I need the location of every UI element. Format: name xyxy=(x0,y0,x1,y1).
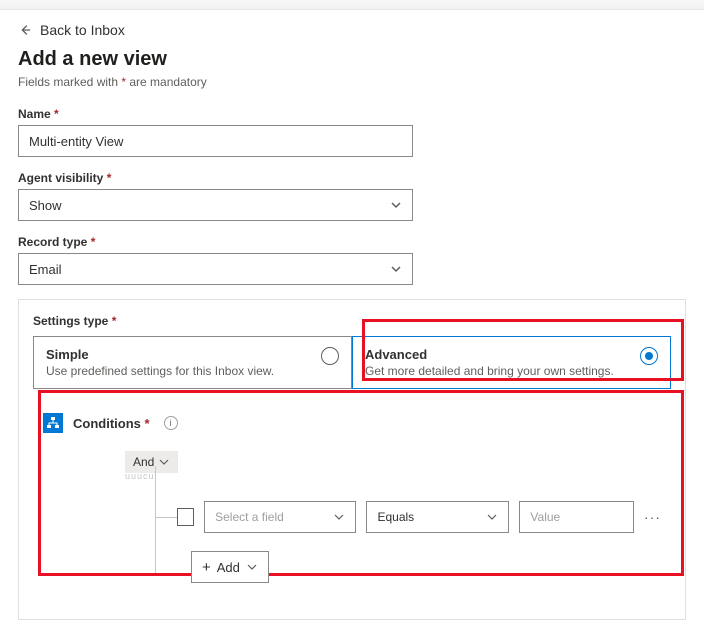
settings-advanced-desc: Get more detailed and bring your own set… xyxy=(365,364,658,378)
name-label: Name * xyxy=(18,107,686,121)
condition-operator-select[interactable]: Equals xyxy=(366,501,509,533)
condition-value-input[interactable]: Value xyxy=(519,501,634,533)
settings-advanced-option[interactable]: Advanced Get more detailed and bring you… xyxy=(352,336,671,389)
condition-field-placeholder: Select a field xyxy=(215,510,284,524)
settings-simple-desc: Use predefined settings for this Inbox v… xyxy=(46,364,339,378)
agent-visibility-value: Show xyxy=(29,198,62,213)
settings-simple-option[interactable]: Simple Use predefined settings for this … xyxy=(33,336,352,389)
radio-off-icon xyxy=(321,347,339,365)
chevron-down-icon xyxy=(390,199,402,211)
condition-operator-value: Equals xyxy=(377,510,414,524)
arrow-left-icon xyxy=(18,23,32,37)
chevron-down-icon xyxy=(158,456,170,468)
add-condition-button[interactable]: + Add xyxy=(191,551,269,583)
condition-field-select[interactable]: Select a field xyxy=(204,501,356,533)
condition-row: Select a field Equals Value ··· xyxy=(125,501,661,533)
chevron-down-icon xyxy=(333,511,345,523)
settings-panel: Settings type * Simple Use predefined se… xyxy=(18,299,686,620)
sitemap-icon xyxy=(43,413,63,433)
plus-icon: + xyxy=(202,560,211,575)
logic-operator-label: And xyxy=(133,455,154,469)
name-input[interactable] xyxy=(18,125,413,157)
condition-value-placeholder: Value xyxy=(530,510,560,524)
condition-checkbox[interactable] xyxy=(177,508,194,526)
settings-type-label: Settings type * xyxy=(33,314,671,328)
chevron-down-icon xyxy=(486,511,498,523)
tree-connector: uuucu xyxy=(125,471,661,481)
back-link[interactable]: Back to Inbox xyxy=(18,22,125,38)
settings-advanced-title: Advanced xyxy=(365,347,658,362)
agent-visibility-label: Agent visibility * xyxy=(18,171,686,185)
conditions-section: Conditions * i And uuucu Select a field … xyxy=(33,403,671,601)
condition-more-button[interactable]: ··· xyxy=(644,509,661,525)
agent-visibility-select[interactable]: Show xyxy=(18,189,413,221)
mandatory-note: Fields marked with * are mandatory xyxy=(18,75,686,89)
chevron-down-icon xyxy=(390,263,402,275)
record-type-value: Email xyxy=(29,262,62,277)
record-type-select[interactable]: Email xyxy=(18,253,413,285)
settings-simple-title: Simple xyxy=(46,347,339,362)
page-title: Add a new view xyxy=(18,48,686,71)
radio-on-icon xyxy=(640,347,658,365)
chevron-down-icon xyxy=(246,561,258,573)
back-link-label: Back to Inbox xyxy=(40,22,125,38)
add-condition-label: Add xyxy=(217,560,240,575)
record-type-label: Record type * xyxy=(18,235,686,249)
conditions-title: Conditions * xyxy=(73,416,150,431)
info-icon[interactable]: i xyxy=(164,416,178,430)
logic-operator-select[interactable]: And xyxy=(125,451,178,473)
